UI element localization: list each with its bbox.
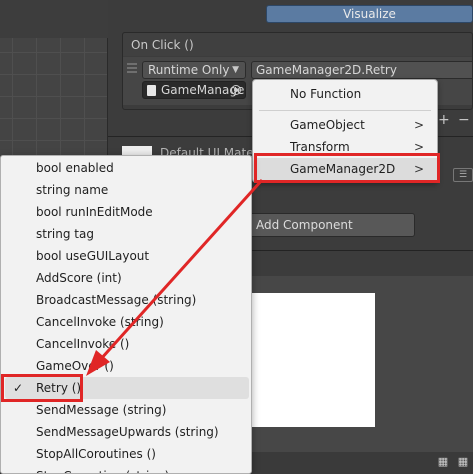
preview-image [252,293,375,427]
onclick-header: On Click () [122,32,473,56]
function-dropdown[interactable]: GameManager2D.Retry [251,61,473,79]
list-item[interactable]: string tag [5,223,249,245]
object-picker-icon[interactable] [231,85,241,95]
add-component-button[interactable]: Add Component [249,213,415,237]
chevron-down-icon: ▼ [232,65,239,75]
list-item[interactable]: bool runInEditMode [5,201,249,223]
highlight-box-gamemanager2d [254,153,440,183]
list-item[interactable]: bool useGUILayout [5,245,249,267]
list-item[interactable]: SendMessage (string) [5,399,249,421]
visualize-button[interactable]: Visualize [266,5,473,23]
menu-item-label: Transform [290,140,350,154]
list-item[interactable]: StopAllCoroutines () [5,443,249,465]
layers-icon[interactable]: ▦ [456,455,470,469]
runtime-only-dropdown[interactable]: Runtime Only ▼ [142,61,246,79]
mute-icon[interactable]: ▦ [436,455,450,469]
add-listener-button[interactable]: + [438,112,450,128]
unity-editor-window: Visualize On Click () Runtime Only ▼ Gam… [0,0,473,474]
scene-toolbar [0,0,108,160]
menu-separator [259,110,431,111]
settings-menu-icon[interactable]: ☰ [453,168,473,182]
function-list-menu: bool enabled string name bool runInEditM… [0,155,252,474]
list-item[interactable]: SendMessageUpwards (string) [5,421,249,443]
chevron-right-icon: > [413,118,424,132]
menu-item-gameobject[interactable]: GameObject > [254,114,438,136]
list-item[interactable]: string name [5,179,249,201]
function-dropdown-label: GameManager2D.Retry [256,63,397,77]
list-item[interactable]: StopCoroutine (string) [5,465,249,473]
drag-handle-icon[interactable] [127,63,137,75]
list-item[interactable]: AddScore (int) [5,267,249,289]
remove-listener-button[interactable]: − [458,112,470,128]
menu-item-label: No Function [290,87,362,101]
highlight-box-retry [1,374,83,402]
list-item[interactable]: bool enabled [5,157,249,179]
menu-item-label: GameObject [290,118,365,132]
runtime-only-label: Runtime Only [148,63,230,77]
list-item[interactable]: CancelInvoke () [5,333,249,355]
target-object-field[interactable]: GameManager2D [142,81,246,99]
list-item[interactable]: BroadcastMessage (string) [5,289,249,311]
menu-item-no-function[interactable]: No Function [254,83,438,105]
list-item[interactable]: CancelInvoke (string) [5,311,249,333]
script-file-icon [147,85,156,96]
